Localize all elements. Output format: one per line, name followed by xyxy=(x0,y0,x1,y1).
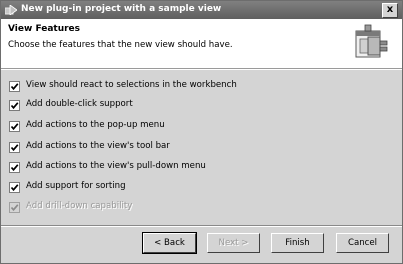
option-label: Add actions to the view's pull-down menu xyxy=(26,161,206,171)
option-label: Add actions to the pop-up menu xyxy=(26,120,165,130)
next-button[interactable]: Next > xyxy=(207,233,260,253)
option-label: Add drill-down capability xyxy=(26,201,133,211)
checkbox[interactable] xyxy=(9,182,20,193)
check-mark-icon xyxy=(10,123,19,131)
check-mark-icon xyxy=(10,144,19,152)
page-title: View Features xyxy=(8,24,81,34)
plugin-wizard-icon xyxy=(4,4,18,16)
finish-button[interactable]: Finish xyxy=(271,233,324,253)
check-mark-icon xyxy=(10,204,19,212)
checkbox[interactable] xyxy=(9,162,20,173)
wizard-dialog: New plug-in project with a sample view x… xyxy=(0,0,403,264)
window-title: New plug-in project with a sample view xyxy=(21,4,222,14)
option-label: Add double-click support xyxy=(26,99,133,109)
page-description: Choose the features that the new view sh… xyxy=(8,40,233,50)
wizard-banner-icon xyxy=(353,23,391,61)
back-button[interactable]: < Back xyxy=(142,232,197,254)
checkbox[interactable] xyxy=(9,142,20,153)
check-mark-icon xyxy=(10,184,19,192)
button-bar-separator xyxy=(1,225,402,227)
checkbox[interactable] xyxy=(9,121,20,132)
check-mark-icon xyxy=(10,83,19,91)
close-button[interactable]: x xyxy=(382,3,398,18)
option-label: Add actions to the view's tool bar xyxy=(26,141,170,151)
page-header: View Features Choose the features that t… xyxy=(1,19,402,69)
option-label: Add support for sorting xyxy=(26,181,126,191)
title-bar: New plug-in project with a sample view x xyxy=(1,1,402,19)
checkbox[interactable] xyxy=(9,100,20,111)
checkbox xyxy=(9,202,20,213)
checkbox[interactable] xyxy=(9,81,20,92)
check-mark-icon xyxy=(10,102,19,110)
option-label: View should react to selections in the w… xyxy=(26,80,237,90)
check-mark-icon xyxy=(10,164,19,172)
cancel-button[interactable]: Cancel xyxy=(336,233,389,253)
